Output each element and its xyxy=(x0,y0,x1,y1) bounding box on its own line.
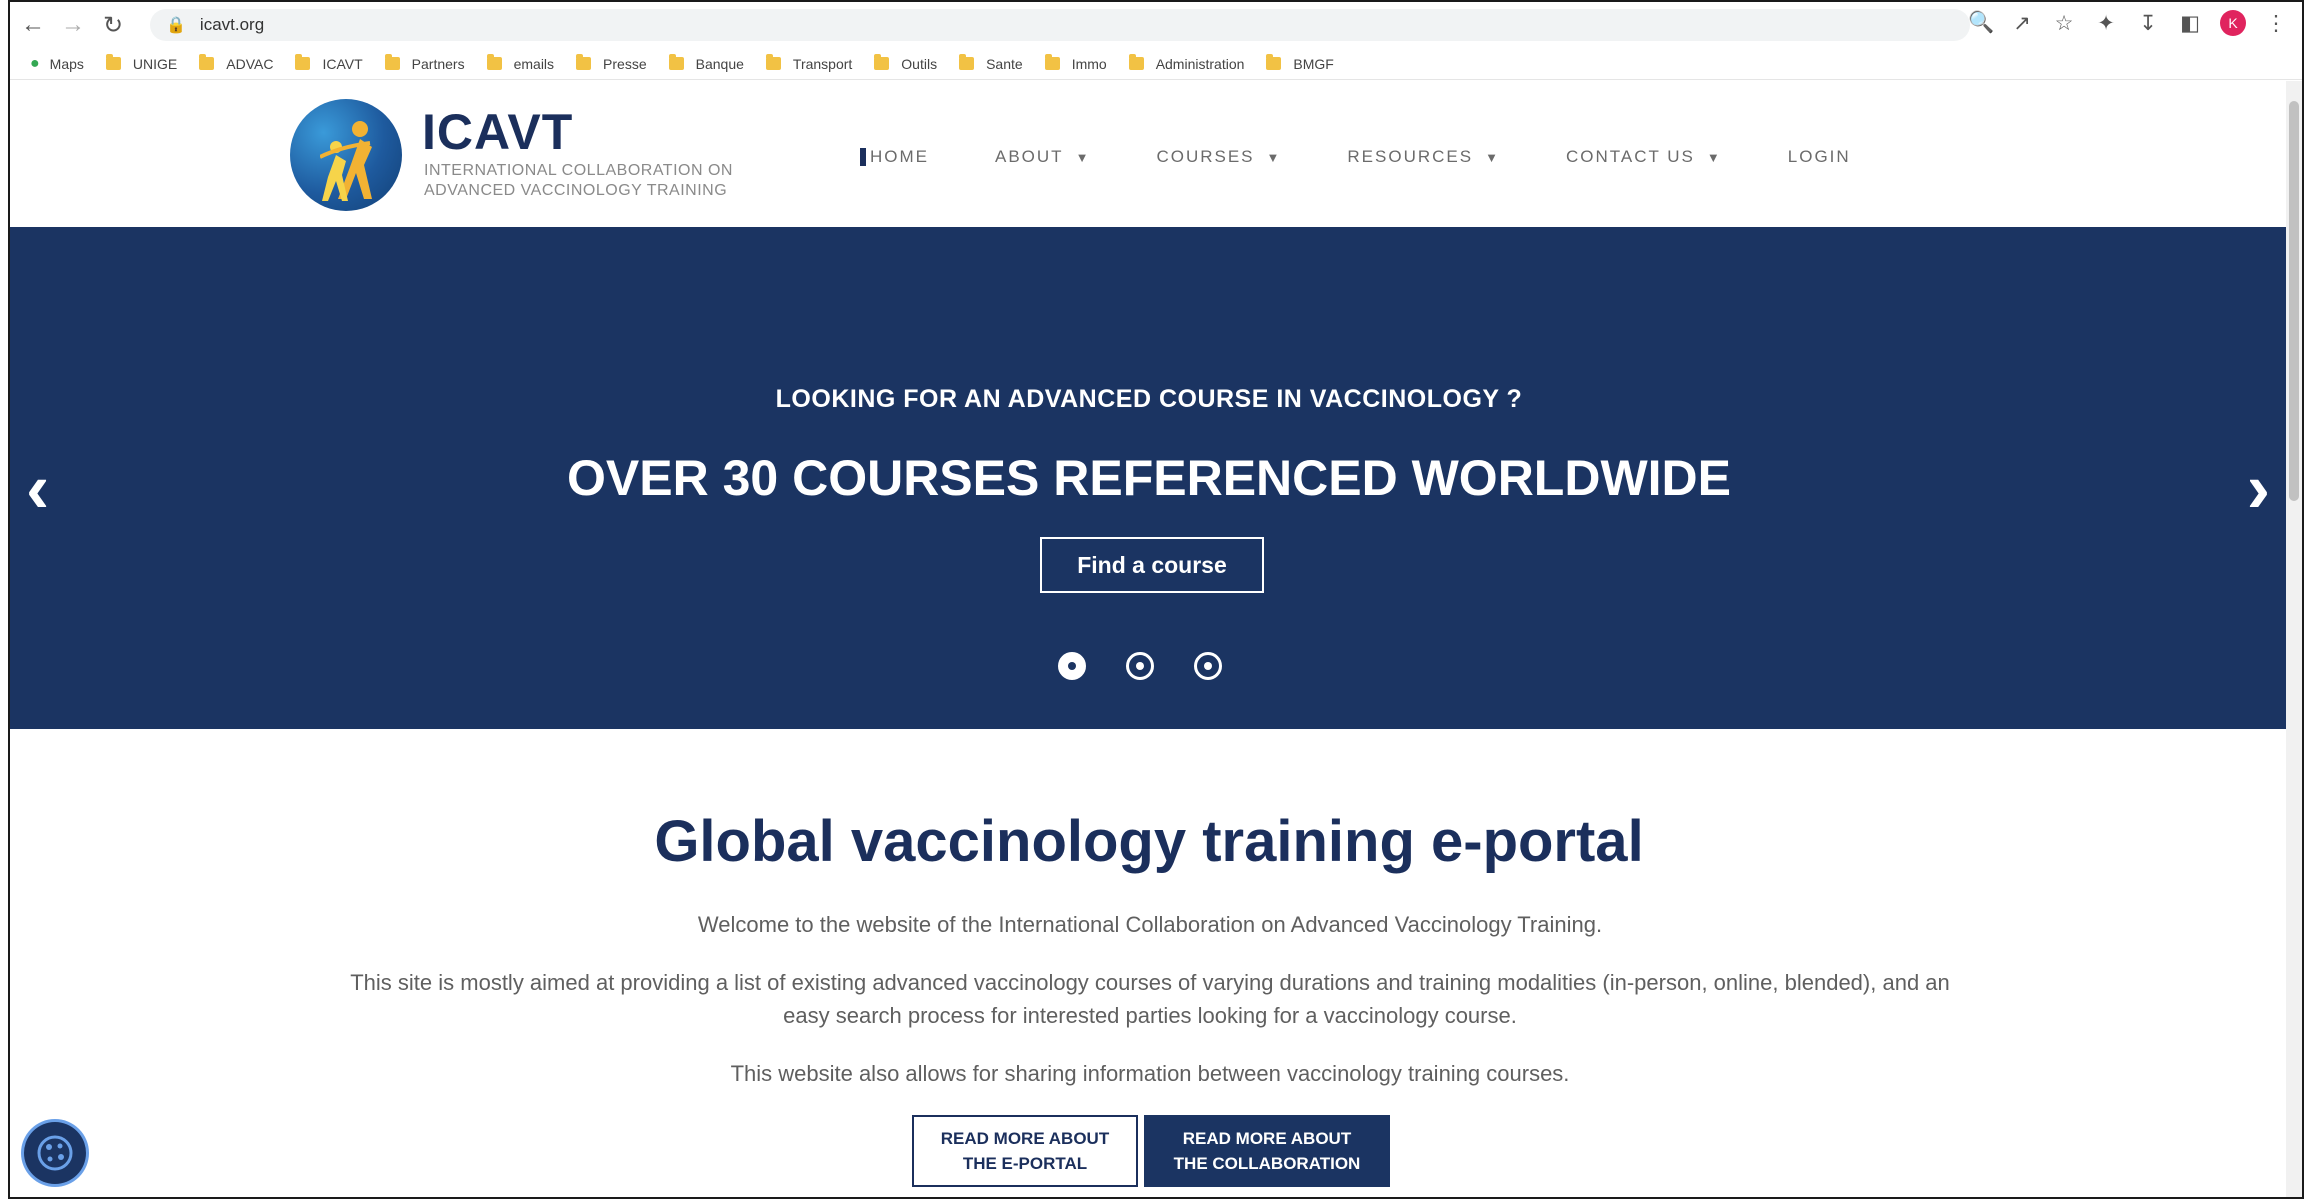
lock-icon: 🔒 xyxy=(166,17,186,34)
chevron-down-icon: ▼ xyxy=(1075,149,1091,165)
slider-dot[interactable] xyxy=(1058,652,1086,680)
menu-item-home[interactable]: HOME xyxy=(860,147,929,167)
logo-subtitle: INTERNATIONAL COLLABORATION ON ADVANCED … xyxy=(424,162,733,199)
folder-icon xyxy=(486,54,502,70)
read-more-eportal-button[interactable]: READ MORE ABOUT THE E-PORTAL xyxy=(912,1115,1138,1187)
folder-icon xyxy=(1044,54,1060,70)
folder-icon xyxy=(295,54,311,70)
cookie-settings-icon[interactable] xyxy=(24,1122,86,1184)
bookmark-item[interactable]: Banque xyxy=(668,54,744,72)
scrollbar-thumb[interactable] xyxy=(2289,101,2299,501)
browser-toolbar: ← → ↻ 🔒 icavt.org 🔍 ↗ ☆ ✦ ↧ ◧ K ⋮ xyxy=(10,2,2302,48)
more-menu-icon[interactable]: ⋮ xyxy=(2264,11,2288,36)
browser-window: ← → ↻ 🔒 icavt.org 🔍 ↗ ☆ ✦ ↧ ◧ K ⋮ ● Maps… xyxy=(8,0,2304,1199)
hero-slider: ‹ LOOKING FOR AN ADVANCED COURSE IN VACC… xyxy=(10,227,2288,729)
extensions-icon[interactable]: ✦ xyxy=(2094,11,2118,36)
folder-icon xyxy=(1266,54,1282,70)
active-marker xyxy=(860,148,866,166)
bookmark-item[interactable]: Administration xyxy=(1128,54,1244,72)
slider-dot[interactable] xyxy=(1194,652,1222,680)
bookmark-item[interactable]: UNIGE xyxy=(105,54,177,72)
bookmark-item[interactable]: ADVAC xyxy=(199,54,273,72)
page-title: Global vaccinology training e-portal xyxy=(654,809,1644,874)
slider-dots xyxy=(1058,652,1222,680)
folder-icon xyxy=(959,54,975,70)
reload-icon[interactable]: ↻ xyxy=(96,8,130,42)
share-icon[interactable]: ↗ xyxy=(2010,11,2034,36)
star-icon[interactable]: ☆ xyxy=(2052,11,2076,36)
address-bar[interactable]: 🔒 icavt.org xyxy=(150,9,1970,41)
scrollbar[interactable] xyxy=(2286,81,2302,1197)
url-text: icavt.org xyxy=(199,15,265,34)
menu-item-login[interactable]: LOGIN xyxy=(1788,147,1851,167)
sidepanel-icon[interactable]: ◧ xyxy=(2178,11,2202,36)
hero-title: OVER 30 COURSES REFERENCED WORLDWIDE xyxy=(566,450,1731,506)
bookmark-item[interactable]: Sante xyxy=(959,54,1023,72)
read-more-collaboration-button[interactable]: READ MORE ABOUT THE COLLABORATION xyxy=(1144,1115,1390,1187)
slider-dot[interactable] xyxy=(1126,652,1154,680)
site-header: ICAVT INTERNATIONAL COLLABORATION ON ADV… xyxy=(10,81,2288,227)
sharing-text: This website also allows for sharing inf… xyxy=(730,1061,1570,1086)
bookmark-item[interactable]: ● Maps xyxy=(30,55,84,73)
download-icon[interactable]: ↧ xyxy=(2136,11,2160,36)
menu-item-courses[interactable]: COURSES ▼ xyxy=(1156,147,1281,167)
menu-item-contact[interactable]: CONTACT US ▼ xyxy=(1566,147,1722,167)
bookmark-item[interactable]: ICAVT xyxy=(295,54,363,72)
back-arrow-icon[interactable]: ← xyxy=(16,8,50,42)
bookmark-item[interactable]: emails xyxy=(486,54,554,72)
zoom-icon[interactable]: 🔍 xyxy=(1968,11,1994,35)
bookmark-item[interactable]: Transport xyxy=(765,54,852,72)
map-pin-icon: ● xyxy=(30,54,40,72)
main-menu: HOME ABOUT ▼ COURSES ▼ RESOURCES ▼ CONTA… xyxy=(860,147,1917,167)
chevron-down-icon: ▼ xyxy=(1266,149,1282,165)
folder-icon xyxy=(765,54,781,70)
folder-icon xyxy=(1128,54,1144,70)
folder-icon xyxy=(874,54,890,70)
aim-text: This site is mostly aimed at providing a… xyxy=(350,970,1950,1028)
bookmark-item[interactable]: Partners xyxy=(384,54,465,72)
folder-icon xyxy=(668,54,684,70)
chevron-down-icon: ▼ xyxy=(1485,149,1500,165)
hero-kicker: LOOKING FOR AN ADVANCED COURSE IN VACCIN… xyxy=(775,385,1523,413)
bookmark-item[interactable]: Immo xyxy=(1044,54,1107,72)
bookmark-item[interactable]: BMGF xyxy=(1266,54,1334,72)
folder-icon xyxy=(105,54,121,70)
menu-item-resources[interactable]: RESOURCES ▼ xyxy=(1347,147,1500,167)
bookmarks-bar: ● Maps UNIGE ADVAC ICAVT Partners emails… xyxy=(10,48,2302,80)
profile-avatar[interactable]: K xyxy=(2220,10,2246,36)
logo-figures-icon xyxy=(320,121,372,201)
logo-globe-icon[interactable] xyxy=(290,99,402,211)
chevron-down-icon: ▼ xyxy=(1706,149,1722,165)
folder-icon xyxy=(199,54,215,70)
toolbar-actions: 🔍 ↗ ☆ ✦ ↧ ◧ K ⋮ xyxy=(1968,10,2288,36)
logo-title[interactable]: ICAVT xyxy=(422,103,573,161)
welcome-text: Welcome to the website of the Internatio… xyxy=(697,912,1603,937)
forward-arrow-icon[interactable]: → xyxy=(56,8,90,42)
bookmark-item[interactable]: Outils xyxy=(874,54,937,72)
bookmark-item[interactable]: Presse xyxy=(576,54,647,72)
folder-icon xyxy=(576,54,592,70)
cookie-icon xyxy=(37,1135,73,1171)
folder-icon xyxy=(384,54,400,70)
chevron-right-icon[interactable]: › xyxy=(2247,453,2270,523)
find-course-button[interactable]: Find a course xyxy=(1040,537,1264,593)
read-more-buttons: READ MORE ABOUT THE E-PORTAL READ MORE A… xyxy=(912,1115,1390,1187)
menu-item-about[interactable]: ABOUT ▼ xyxy=(995,147,1090,167)
